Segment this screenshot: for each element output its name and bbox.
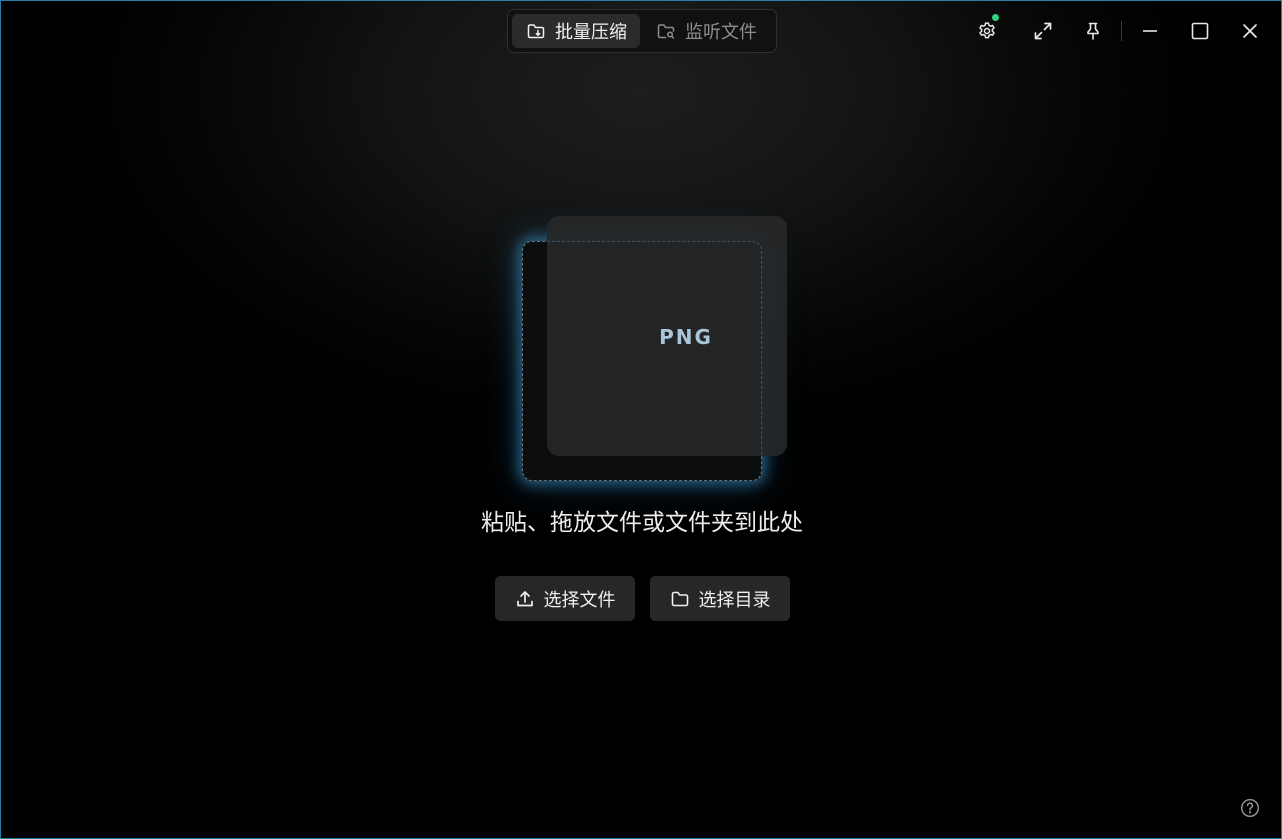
select-files-label: 选择文件 <box>543 589 616 611</box>
settings-status-dot <box>992 14 999 21</box>
folder-icon <box>671 591 688 606</box>
select-files-button[interactable]: 选择文件 <box>495 576 635 621</box>
help-button[interactable] <box>1239 797 1261 819</box>
close-icon <box>1243 24 1257 38</box>
expand-icon <box>1034 22 1052 40</box>
app-window: 批量压缩 监听文件 PNG 粘贴、拖放文件或文件夹到此处 选择文件 选择目录 <box>0 0 1282 839</box>
gear-icon <box>979 22 995 39</box>
upload-icon <box>516 590 533 606</box>
format-label: PNG <box>659 325 713 349</box>
pin-icon <box>1087 22 1099 40</box>
folder-search-icon <box>656 21 676 41</box>
minimize-icon <box>1143 30 1157 32</box>
drop-hint: 粘贴、拖放文件或文件夹到此处 <box>481 510 803 536</box>
select-folder-button[interactable]: 选择目录 <box>650 576 790 621</box>
tab-batch-compress[interactable]: 批量压缩 <box>512 14 640 48</box>
select-folder-label: 选择目录 <box>698 589 771 611</box>
tab-batch-compress-label: 批量压缩 <box>555 22 627 43</box>
settings-button[interactable] <box>971 14 1003 47</box>
pin-button[interactable] <box>1077 15 1109 47</box>
maximize-icon <box>1191 22 1209 40</box>
close-button[interactable] <box>1234 15 1266 47</box>
help-circle-icon <box>1240 798 1260 818</box>
toolbar-divider <box>1121 21 1122 41</box>
folder-compress-icon <box>526 21 546 41</box>
tab-watch-files[interactable]: 监听文件 <box>642 14 770 48</box>
minimize-button[interactable] <box>1134 15 1166 47</box>
tab-watch-files-label: 监听文件 <box>685 22 757 43</box>
expand-button[interactable] <box>1027 15 1059 47</box>
mode-tabs: 批量压缩 监听文件 <box>507 9 777 53</box>
file-preview-card: PNG <box>547 216 787 456</box>
maximize-button[interactable] <box>1184 15 1216 47</box>
